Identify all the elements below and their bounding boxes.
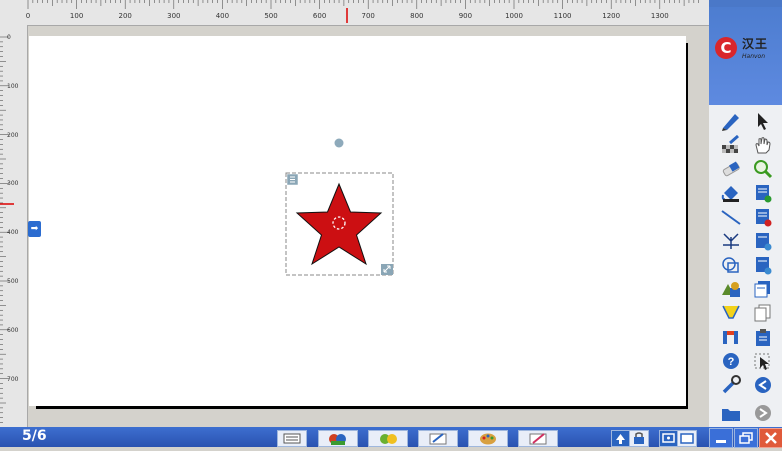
logo-text: 汉王 (742, 37, 769, 51)
logo-mark-icon: C (715, 37, 737, 59)
whiteboard-canvas[interactable] (29, 36, 686, 406)
note-icon[interactable] (418, 430, 458, 447)
media-icon[interactable] (318, 430, 358, 447)
window-icon[interactable] (677, 430, 697, 447)
tool-palette: ? (709, 105, 782, 430)
highlighter-icon[interactable] (717, 301, 745, 325)
h-ruler-label: 900 (458, 12, 473, 20)
shapes-icon[interactable] (717, 277, 745, 301)
v-ruler-label: 300 (7, 180, 19, 188)
eraser-icon[interactable] (717, 157, 745, 181)
resource-icon[interactable] (368, 430, 408, 447)
h-ruler-label: 1100 (553, 12, 572, 20)
h-ruler-label: 0 (25, 12, 31, 20)
v-ruler-label: 400 (7, 229, 19, 237)
lock-icon[interactable] (629, 430, 649, 447)
minimize-icon[interactable] (709, 428, 733, 448)
h-ruler-label: 1300 (650, 12, 669, 20)
v-ruler-label: 600 (7, 326, 19, 334)
upload-icon[interactable] (611, 430, 630, 447)
palette-icon[interactable] (468, 430, 508, 447)
h-ruler-label: 200 (118, 12, 132, 20)
horizontal-ruler: 0 100 200 300 400 500 600 700 800 900 1000 1100 1200… (0, 0, 709, 26)
delete-page-icon[interactable] (749, 205, 777, 229)
rotate-handle[interactable] (334, 138, 344, 148)
svg-text:?: ? (728, 356, 735, 368)
h-ruler-label: 600 (312, 12, 327, 20)
star-shape[interactable] (295, 182, 383, 266)
pen-icon[interactable] (717, 109, 745, 133)
h-ruler-label: 1200 (602, 12, 621, 20)
v-ruler-label: 500 (7, 278, 19, 285)
brand-logo: C 汉王 Hanvon (709, 7, 782, 105)
forward-icon[interactable] (749, 401, 777, 425)
settings-wrench-icon[interactable] (717, 373, 745, 397)
logo-subtext: Hanvon (742, 53, 766, 60)
select-arrow-icon[interactable] (749, 109, 777, 133)
text-icon[interactable] (717, 325, 745, 349)
h-ruler-label: 500 (264, 12, 278, 20)
eraser-pattern-icon[interactable] (717, 133, 745, 157)
page-indicator: 5/6 (22, 428, 47, 444)
v-ruler-label: 0 (7, 34, 11, 41)
hand-pan-icon[interactable] (749, 133, 777, 157)
page-down-icon[interactable] (749, 229, 777, 253)
select-cursor-icon[interactable] (749, 349, 777, 373)
folder-icon[interactable] (717, 401, 745, 425)
h-ruler-label: 1000 (505, 12, 523, 20)
h-ruler-label: 100 (69, 12, 84, 20)
help-icon[interactable]: ? (717, 349, 745, 373)
close-icon[interactable] (759, 428, 782, 448)
edit-icon[interactable] (518, 430, 558, 447)
screen-icon[interactable] (659, 430, 678, 447)
h-ruler-label: 300 (167, 12, 181, 20)
zoom-icon[interactable] (749, 157, 777, 181)
restore-icon[interactable] (734, 428, 758, 448)
shape-recognition-icon[interactable] (717, 253, 745, 277)
side-toggle-arrow-icon[interactable]: ➡ (28, 221, 41, 237)
keyboard-icon[interactable] (277, 430, 307, 447)
line-icon[interactable] (717, 205, 745, 229)
resize-handle[interactable] (381, 264, 393, 275)
page-copy-icon[interactable] (749, 277, 777, 301)
copy-icon[interactable] (749, 301, 777, 325)
h-ruler-label: 800 (410, 12, 424, 20)
paste-icon[interactable] (749, 325, 777, 349)
h-ruler-label: 400 (215, 12, 230, 20)
object-menu-handle[interactable] (286, 173, 299, 186)
page-next-icon[interactable] (749, 253, 777, 277)
right-tool-panel: C 汉王 Hanvon ? (709, 0, 782, 430)
axis-icon[interactable] (717, 229, 745, 253)
bottom-taskbar: 5/6 (0, 427, 782, 448)
v-ruler-label: 200 (7, 131, 19, 139)
h-ruler-label: 700 (361, 12, 375, 20)
fill-bucket-icon[interactable] (717, 181, 745, 205)
back-icon[interactable] (749, 373, 777, 397)
vertical-ruler: 0 100 200 300 400 500 600 700 (0, 25, 28, 427)
v-ruler-label: 700 (7, 375, 19, 383)
new-page-icon[interactable] (749, 181, 777, 205)
v-ruler-label: 100 (7, 82, 19, 90)
